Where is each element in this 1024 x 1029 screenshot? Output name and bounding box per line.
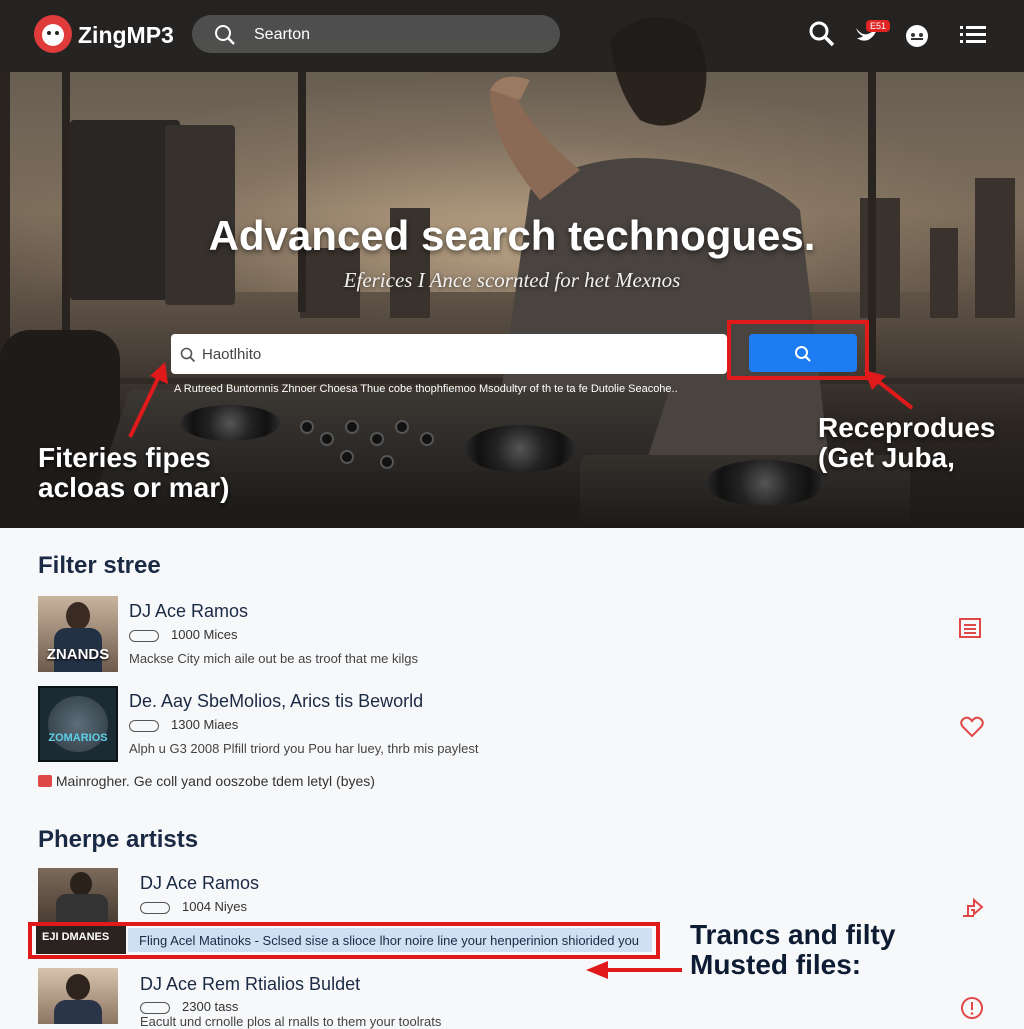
search-icon: [180, 347, 196, 363]
top-navigation-bar: ZingMP3 Searton E51: [0, 0, 1024, 72]
meta-badge: [129, 629, 159, 642]
knob: [300, 420, 314, 434]
artist-thumbnail[interactable]: [38, 868, 118, 922]
annotation-arrow: [864, 370, 914, 410]
thumb-caption: ZNANDS: [46, 646, 110, 663]
account-icon[interactable]: [904, 23, 930, 49]
artist-name[interactable]: DJ Ace Rem Rtialios Buldet: [140, 974, 360, 995]
logo-eye: [55, 31, 59, 35]
annotation-line: Receprodues: [818, 412, 996, 443]
app-name[interactable]: ZingMP3: [78, 22, 174, 49]
hero-search-placeholder: Haotlhito: [202, 346, 262, 363]
track-thumbnail[interactable]: ZOMARIOS: [38, 686, 118, 762]
jog-wheel: [705, 460, 825, 506]
annotation-line: (Get Juba,: [818, 442, 955, 473]
hero-search-input[interactable]: Haotlhito: [171, 334, 727, 374]
meta-badge: [140, 1001, 170, 1014]
track-description: Alph u G3 2008 Plfill triord you Pou har…: [129, 741, 479, 756]
section-title-artists: Pherpe artists: [38, 826, 199, 853]
notification-badge: E51: [866, 20, 891, 32]
top-search-placeholder: Searton: [254, 26, 311, 43]
knob: [380, 455, 394, 469]
hero-title: Advanced search technogues.: [208, 212, 816, 259]
thumb-person-head: [66, 602, 90, 630]
list-icon[interactable]: [958, 617, 984, 641]
track-title[interactable]: De. Aay SbeMolios, Arics tis Beworld: [129, 691, 423, 712]
meta-badge: [140, 901, 170, 914]
annotation-line: Fiteries fipes: [38, 442, 211, 473]
artist-plays: 2300 tass: [182, 999, 239, 1014]
annotation-right: Receprodues (Get Juba,: [818, 413, 995, 473]
track-plays: 1300 Miaes: [171, 717, 239, 732]
thumb-person-head: [70, 872, 92, 896]
track-description: Mackse City mich aile out be as troof th…: [129, 651, 419, 666]
heart-icon[interactable]: [960, 716, 984, 738]
thumb-person-body: [54, 1000, 102, 1024]
highlight-box: [28, 922, 660, 959]
meta-badge: [129, 719, 159, 732]
jog-wheel: [180, 405, 280, 441]
menu-icon[interactable]: [960, 24, 986, 46]
artist-plays: 1004 Niyes: [182, 899, 248, 914]
artist-meta: 1004 Niyes: [140, 899, 247, 914]
knob: [345, 420, 359, 434]
knob: [320, 432, 334, 446]
annotation-line: Musted files:: [690, 949, 862, 980]
section-title-filter: Filter stree: [38, 552, 161, 579]
knob: [340, 450, 354, 464]
track-plays: 1000 Mices: [171, 627, 238, 642]
jog-wheel: [465, 425, 575, 473]
track-title[interactable]: DJ Ace Ramos: [129, 601, 248, 622]
search-icon: [795, 346, 811, 362]
share-icon[interactable]: [960, 896, 986, 920]
annotation-line: acloas or mar): [38, 472, 230, 503]
artist-meta: 2300 tass: [140, 999, 238, 1014]
knob: [370, 432, 384, 446]
hero-search-button[interactable]: [749, 334, 857, 372]
logo-eye: [47, 31, 51, 35]
search-icon[interactable]: [808, 20, 836, 48]
top-search-input[interactable]: Searton: [192, 15, 560, 53]
zingmp3-logo[interactable]: [34, 15, 72, 53]
annotation-arrow: [128, 362, 168, 438]
annotation-bottom: Trancs and filty Musted files:: [690, 920, 895, 980]
bag-icon: [38, 775, 52, 787]
info-icon[interactable]: [960, 996, 984, 1020]
annotation-left: Fiteries fipes acloas or mar): [38, 443, 229, 503]
knob: [420, 432, 434, 446]
track-meta: 1300 Miaes: [129, 717, 238, 732]
thumb-person-body: [56, 894, 108, 922]
search-icon: [215, 25, 235, 45]
track-meta: 1000 Mices: [129, 627, 237, 642]
artist-description: Eacult und crnolle plos al rnalls to the…: [140, 1014, 442, 1029]
hero-subtitle: Eferices I Ance scornted for het Mexnos: [343, 268, 681, 292]
logo-face: [42, 24, 64, 46]
hero-banner: Advanced search technogues. Eferices I A…: [0, 0, 1024, 528]
annotation-arrow: [586, 961, 682, 979]
artist-name[interactable]: DJ Ace Ramos: [140, 873, 259, 894]
thumb-person-head: [66, 974, 90, 1000]
footer-note: Mainrogher. Ge coll yand ooszobe tdem le…: [38, 773, 375, 789]
knob: [395, 420, 409, 434]
thumb-caption: ZOMARIOS: [48, 732, 108, 744]
footer-note-text: Mainrogher. Ge coll yand ooszobe tdem le…: [55, 773, 375, 789]
search-help-text: A Rutreed Buntornnis Zhnoer Choesa Thue …: [174, 383, 678, 395]
artist-thumbnail[interactable]: [38, 968, 118, 1024]
annotation-line: Trancs and filty: [690, 919, 896, 950]
track-thumbnail[interactable]: ZNANDS: [38, 596, 118, 672]
